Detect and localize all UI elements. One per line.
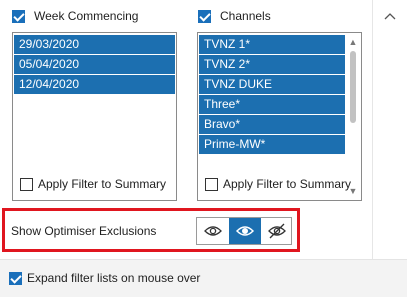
channels-checkbox[interactable] [198, 10, 211, 23]
list-item[interactable]: Prime-MW* [199, 135, 345, 154]
week-apply-filter-label: Apply Filter to Summary [38, 177, 167, 191]
filter-panel: Week Commencing 29/03/2020 05/04/2020 12… [0, 0, 407, 297]
list-item[interactable]: TVNZ 2* [199, 55, 345, 74]
optimiser-exclusions-label: Show Optimiser Exclusions [11, 224, 157, 238]
eye-filled-button[interactable] [229, 218, 261, 244]
week-apply-filter-checkbox[interactable] [20, 178, 33, 191]
expand-on-hover-label: Expand filter lists on mouse over [27, 271, 201, 285]
list-item[interactable]: 12/04/2020 [14, 75, 175, 94]
eye-outline-icon [204, 226, 222, 236]
optimiser-toggle-group [196, 217, 292, 245]
list-item[interactable]: Bravo* [199, 115, 345, 134]
list-item[interactable]: TVNZ 1* [199, 35, 345, 54]
list-item[interactable]: Three* [199, 95, 345, 114]
eye-off-icon [268, 223, 286, 239]
channels-label: Channels [220, 9, 271, 23]
eye-outline-button[interactable] [197, 218, 229, 244]
chevron-up-icon [384, 13, 396, 20]
list-item[interactable]: 29/03/2020 [14, 35, 175, 54]
eye-filled-icon [236, 226, 254, 236]
expand-on-hover-checkbox[interactable] [9, 272, 22, 285]
week-commencing-list[interactable]: 29/03/2020 05/04/2020 12/04/2020 Apply F… [12, 32, 177, 201]
scroll-thumb[interactable] [350, 51, 356, 123]
list-item[interactable]: 05/04/2020 [14, 55, 175, 74]
eye-off-button[interactable] [261, 218, 293, 244]
scroll-up-icon[interactable]: ▲ [346, 36, 360, 48]
channels-scrollbar[interactable]: ▲ ▼ [346, 34, 360, 199]
list-item[interactable]: TVNZ DUKE [199, 75, 345, 94]
week-commencing-checkbox[interactable] [12, 10, 25, 23]
footer-bar: Expand filter lists on mouse over [0, 259, 407, 297]
collapse-column [372, 0, 407, 259]
week-commencing-label: Week Commencing [34, 9, 139, 23]
channels-list[interactable]: TVNZ 1* TVNZ 2* TVNZ DUKE Three* Bravo* … [197, 32, 362, 201]
channels-apply-filter-label: Apply Filter to Summary [223, 177, 352, 191]
channels-apply-filter-checkbox[interactable] [205, 178, 218, 191]
collapse-button[interactable] [381, 8, 399, 26]
